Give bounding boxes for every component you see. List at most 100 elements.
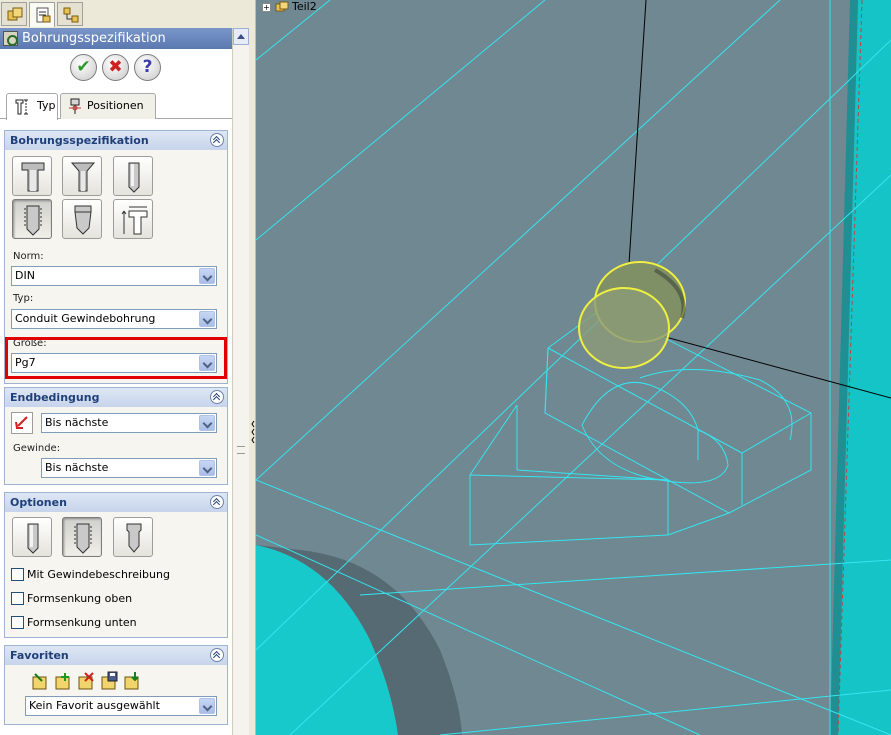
property-manager-tab[interactable] bbox=[29, 2, 55, 27]
thread-label: Gewinde: bbox=[13, 443, 61, 454]
delete-favorite-icon bbox=[78, 672, 94, 690]
load-favorite-button[interactable] bbox=[121, 670, 143, 692]
feature-tabs: Typ Positionen bbox=[0, 91, 232, 120]
countersink-icon bbox=[70, 162, 96, 192]
hole-type-icon bbox=[15, 99, 28, 115]
configuration-manager-icon bbox=[63, 7, 79, 23]
scroll-grip[interactable] bbox=[237, 446, 245, 454]
favorite-dropdown[interactable]: Kein Favorit ausgewählt bbox=[25, 696, 217, 716]
property-manager-icon bbox=[36, 7, 51, 23]
collapse-icon[interactable] bbox=[210, 133, 224, 147]
apply-favorite-icon bbox=[32, 673, 47, 690]
reverse-direction-icon bbox=[15, 416, 28, 429]
checkbox-countersink-top[interactable]: Formsenkung oben bbox=[11, 591, 132, 607]
collapse-icon[interactable] bbox=[210, 495, 224, 509]
tapped-hole-button[interactable] bbox=[12, 199, 52, 239]
favorites-header-label: Favoriten bbox=[10, 649, 69, 662]
manager-tabs bbox=[0, 0, 250, 27]
checkbox[interactable] bbox=[11, 592, 24, 605]
hole-spec-header[interactable]: Bohrungsspezifikation bbox=[5, 131, 227, 150]
feature-manager-icon bbox=[7, 7, 23, 21]
checkbox-label: Mit Gewindebeschreibung bbox=[27, 568, 170, 581]
type-value: Conduit Gewindebohrung bbox=[15, 312, 156, 325]
chevron-down-icon[interactable] bbox=[199, 311, 215, 327]
checkbox-label: Formsenkung unten bbox=[27, 616, 137, 629]
scroll-up-arrow-icon[interactable] bbox=[233, 28, 249, 45]
apply-favorite-button[interactable] bbox=[29, 670, 51, 692]
cosmetic-thread-icon bbox=[126, 523, 142, 553]
norm-value: DIN bbox=[15, 269, 35, 282]
checkbox-countersink-bottom[interactable]: Formsenkung unten bbox=[11, 615, 137, 631]
splitter-handle-icon[interactable] bbox=[251, 420, 255, 444]
save-favorite-button[interactable] bbox=[98, 670, 120, 692]
pipe-tap-button[interactable] bbox=[62, 199, 102, 239]
expand-icon[interactable]: + bbox=[262, 2, 271, 12]
type-dropdown[interactable]: Conduit Gewindebohrung bbox=[11, 309, 217, 329]
panel-title-text: Bohrungsspezifikation bbox=[22, 31, 166, 46]
ok-button[interactable]: ✔ bbox=[70, 54, 97, 81]
countersink-button[interactable] bbox=[62, 156, 102, 196]
feature-manager-tab[interactable] bbox=[1, 2, 27, 26]
tab-type[interactable]: Typ bbox=[6, 93, 58, 120]
legacy-hole-icon bbox=[121, 206, 148, 235]
collapse-icon[interactable] bbox=[210, 648, 224, 662]
chevron-down-icon[interactable] bbox=[199, 415, 215, 431]
checkbox-label: Formsenkung oben bbox=[27, 592, 133, 605]
add-favorite-button[interactable] bbox=[52, 670, 74, 692]
legacy-hole-button[interactable] bbox=[113, 199, 153, 239]
hole-spec-header-label: Bohrungsspezifikation bbox=[10, 134, 149, 147]
option-thread-button[interactable] bbox=[62, 517, 102, 557]
reverse-direction-button[interactable] bbox=[11, 412, 33, 434]
simple-hole-icon bbox=[27, 523, 39, 554]
action-buttons: ✔ ✖ ? bbox=[0, 49, 232, 89]
chevron-down-icon[interactable] bbox=[199, 698, 215, 714]
checkbox[interactable] bbox=[11, 568, 24, 581]
tapped-hole-icon bbox=[74, 523, 92, 554]
help-button[interactable]: ? bbox=[134, 54, 161, 81]
favorites-group: Favoriten Kein Favorit ausgewählt bbox=[4, 645, 228, 725]
part-label: Teil2 bbox=[292, 0, 317, 13]
graphics-viewport[interactable] bbox=[256, 0, 891, 735]
end-condition-group: Endbedingung Bis nächste Gewinde: Bis nä… bbox=[4, 387, 228, 485]
end-condition-dropdown[interactable]: Bis nächste bbox=[41, 413, 217, 433]
checkbox[interactable] bbox=[11, 616, 24, 629]
counterbore-button[interactable] bbox=[12, 156, 52, 196]
delete-favorite-button[interactable] bbox=[75, 670, 97, 692]
collapse-icon[interactable] bbox=[210, 390, 224, 404]
thread-dropdown[interactable]: Bis nächste bbox=[41, 458, 217, 478]
load-favorite-icon bbox=[124, 672, 139, 690]
property-manager-panel: Bohrungsspezifikation ✔ ✖ ? Typ Position… bbox=[0, 0, 250, 735]
chevron-down-icon[interactable] bbox=[199, 268, 215, 284]
feature-tree-item[interactable]: + Teil2 bbox=[262, 0, 317, 13]
hole-position-icon bbox=[69, 98, 81, 114]
option-simple-button[interactable] bbox=[12, 517, 52, 557]
end-condition-value: Bis nächste bbox=[45, 416, 109, 429]
panel-scrollbar[interactable] bbox=[232, 28, 249, 735]
counterbore-icon bbox=[21, 162, 45, 192]
favorite-value: Kein Favorit ausgewählt bbox=[29, 699, 160, 712]
chevron-down-icon[interactable] bbox=[199, 460, 215, 476]
type-label: Typ: bbox=[13, 293, 34, 304]
options-header-label: Optionen bbox=[10, 496, 67, 509]
simple-hole-button[interactable] bbox=[113, 156, 153, 196]
simple-hole-icon bbox=[128, 162, 140, 193]
tab-type-label: Typ bbox=[37, 99, 56, 112]
end-condition-header[interactable]: Endbedingung bbox=[5, 388, 227, 407]
norm-dropdown[interactable]: DIN bbox=[11, 266, 217, 286]
end-condition-header-label: Endbedingung bbox=[10, 391, 100, 404]
part-icon bbox=[275, 1, 288, 12]
thread-value: Bis nächste bbox=[45, 461, 109, 474]
hole-wizard-icon bbox=[3, 31, 18, 46]
options-header[interactable]: Optionen bbox=[5, 493, 227, 512]
cancel-button[interactable]: ✖ bbox=[102, 54, 129, 81]
configuration-manager-tab[interactable] bbox=[57, 2, 83, 26]
tab-positions[interactable]: Positionen bbox=[60, 93, 156, 119]
checkbox-thread-description[interactable]: Mit Gewindebeschreibung bbox=[11, 567, 170, 583]
option-cosmetic-button[interactable] bbox=[113, 517, 153, 557]
save-favorite-icon bbox=[101, 671, 118, 690]
tab-positions-label: Positionen bbox=[87, 99, 144, 112]
norm-label: Norm: bbox=[13, 251, 44, 262]
size-highlight-box bbox=[5, 337, 227, 379]
favorites-header[interactable]: Favoriten bbox=[5, 646, 227, 665]
model-view[interactable] bbox=[256, 0, 891, 735]
